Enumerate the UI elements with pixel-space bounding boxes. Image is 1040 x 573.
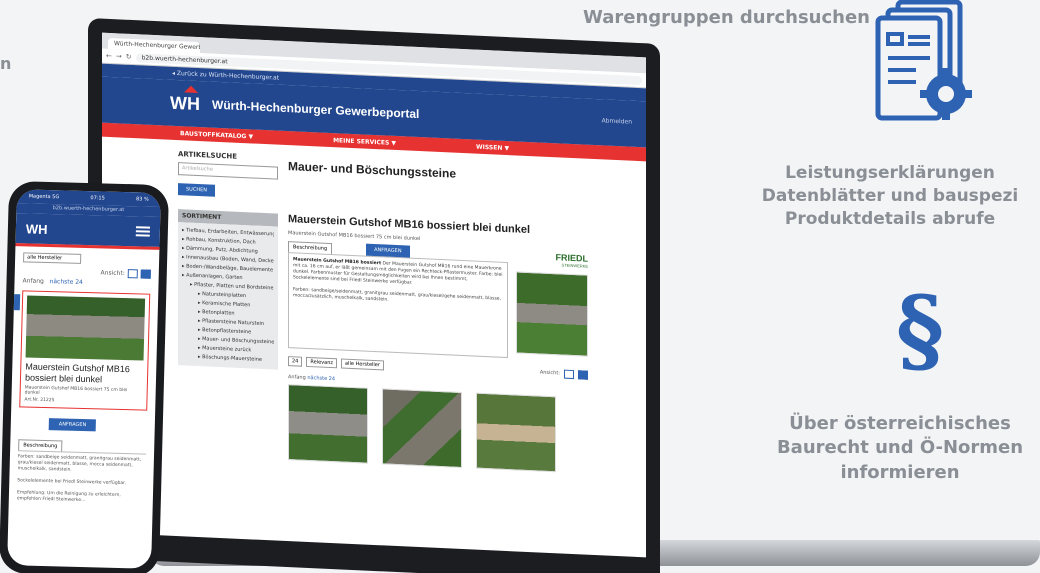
product-grid	[288, 384, 588, 474]
tab-description[interactable]: Beschreibung	[288, 241, 333, 255]
feature-documents-text: Leistungserklärungen Datenblätter und ba…	[720, 162, 1040, 231]
phone-screen: Magenta 5G 07:15 83 % b2b.wuerth-hechenb…	[7, 189, 161, 569]
main-column: Mauer- und Böschungssteine Mauerstein Gu…	[288, 155, 588, 474]
phone-description: Farben: sandbeige seidenmatt, granitgrau…	[16, 450, 147, 506]
forward-icon[interactable]: →	[116, 52, 122, 60]
phone-manufacturer-select[interactable]: alle Hersteller	[23, 252, 82, 264]
phone-desc-3: Empfehlung: Um die Reinigung zu erleicht…	[16, 490, 121, 504]
phone-wh-logo[interactable]: WH	[26, 221, 48, 237]
logo-roof-icon	[184, 84, 198, 93]
feature3-line-2: Baurecht und Ö-Normen	[776, 437, 1024, 459]
feature2-line-1: Leistungserklärungen	[785, 163, 995, 183]
left-text-fragment: n	[0, 54, 12, 73]
sidebar: ARTIKELSUCHE Artikelsuche SUCHEN SORTIME…	[178, 150, 278, 460]
feature2-line-2: Datenblätter und bauspezi	[761, 185, 1019, 206]
phone-mockup: Magenta 5G 07:15 83 % b2b.wuerth-hechenb…	[0, 180, 170, 573]
wh-logo[interactable]: WH	[170, 84, 200, 114]
reload-icon[interactable]: ↻	[126, 53, 132, 61]
sidebar-toggle-chevron-right-icon[interactable]: ›	[7, 293, 21, 311]
view-label: Ansicht:	[539, 369, 560, 377]
per-page-select[interactable]: 24	[288, 356, 303, 367]
feature2-line-3: Produktdetails abrufe	[784, 208, 996, 229]
search-button[interactable]: SUCHEN	[178, 183, 215, 197]
feature3-line-3: informieren	[840, 461, 960, 483]
feature-browse-text: Warengruppen durchsuchen	[583, 7, 870, 28]
battery-label: 83 %	[135, 196, 149, 203]
pager-next-link[interactable]: nächste 24	[307, 375, 335, 382]
grid-product-image-3[interactable]	[476, 392, 556, 473]
grid-view-icon[interactable]	[578, 369, 588, 380]
product-detail-left: Beschreibung ANFRAGEN Mauerstein Gutshof…	[288, 240, 508, 359]
menu-item-catalog[interactable]: BAUSTOFFKATALOG ▼	[180, 130, 253, 140]
clock-label: 07:15	[90, 195, 105, 202]
menu-item-knowledge[interactable]: WISSEN ▼	[476, 143, 509, 152]
marketing-stage: n Würth-Hechenburger Gewerb... ← → ↻ b2b…	[0, 0, 1040, 573]
description-box: Mauerstein Gutshof MB16 bossiert Der Mau…	[288, 252, 508, 359]
brand-logo: FRIEDL STEINWERKE	[555, 252, 589, 269]
page-title: Mauer- und Böschungssteine	[288, 159, 457, 181]
feature3-line-1: Über österreichisches	[789, 413, 1011, 434]
search-label: ARTIKELSUCHE	[178, 150, 238, 161]
list-view-icon[interactable]	[564, 369, 574, 379]
search-input[interactable]: Artikelsuche	[178, 162, 278, 180]
phone-product-code: Art.Nr. 21225	[24, 397, 55, 404]
product-detail-right: FRIEDL STEINWERKE	[516, 250, 588, 361]
product-detail: Beschreibung ANFRAGEN Mauerstein Gutshof…	[288, 240, 588, 362]
pager-prefix: Anfang	[288, 374, 306, 381]
phone-tab-description[interactable]: Beschreibung	[18, 439, 63, 452]
site-title: Würth-Hechenburger Gewerbeportal	[212, 97, 420, 122]
phone-product-title[interactable]: Mauerstein Gutshof MB16 bossiert blei du…	[25, 361, 144, 386]
carrier-label: Magenta 5G	[28, 193, 60, 201]
menu-item-services[interactable]: MEINE SERVICES ▼	[333, 137, 396, 147]
hamburger-menu-icon[interactable]	[135, 226, 151, 237]
phone-body: › alle Hersteller Ansicht: Anfang nächst…	[7, 246, 160, 512]
request-button[interactable]: ANFRAGEN	[366, 243, 410, 258]
manufacturer-select[interactable]: alle Hersteller	[340, 358, 384, 371]
back-icon[interactable]: ←	[106, 52, 112, 60]
laptop-screen: Würth-Hechenburger Gewerb... ← → ↻ b2b.w…	[102, 32, 646, 558]
sort-select[interactable]: Relevanz	[306, 356, 337, 369]
feature-law-text: Über österreichisches Baurecht und Ö-Nor…	[740, 412, 1040, 485]
phone-desc-1: Farben: sandbeige seidenmatt, granitgrau…	[17, 454, 142, 473]
phone-product-image[interactable]	[25, 295, 146, 361]
phone-grid-view-icon[interactable]	[140, 269, 151, 279]
phone-desc-2: Sockelelemente bei Friedl Steinwerke ver…	[17, 478, 127, 487]
description-text: Der Mauerstein Gutshof MB16 rund eine Ma…	[293, 261, 503, 286]
logout-link[interactable]: Abmelden	[602, 117, 632, 125]
product-image[interactable]	[516, 271, 588, 357]
sortiment-list: ▸ Tiefbau, Erdarbeiten, Entwässerung ▸ Ro…	[178, 222, 278, 370]
grid-product-image-1[interactable]	[288, 384, 368, 464]
phone-header: WH	[15, 213, 161, 247]
page-content: ARTIKELSUCHE Artikelsuche SUCHEN SORTIME…	[102, 137, 646, 477]
paragraph-icon: §	[895, 276, 945, 384]
laptop-lid: Würth-Hechenburger Gewerb... ← → ↻ b2b.w…	[88, 18, 660, 573]
phone-pager: Anfang nächste 24	[22, 277, 150, 287]
phone-pager-next[interactable]: nächste 24	[49, 278, 82, 286]
grid-product-image-2[interactable]	[382, 388, 462, 468]
phone-view-label: Ansicht:	[100, 269, 125, 278]
phone-pager-prefix: Anfang	[22, 277, 44, 285]
phone-view-switch: Ansicht:	[23, 266, 151, 279]
document-settings-icon	[875, 0, 972, 121]
description-text-2: Farben: sandbeige/seidenmatt, granitgrau…	[293, 287, 501, 303]
phone-list-view-icon[interactable]	[127, 269, 138, 279]
phone-product-card[interactable]: Mauerstein Gutshof MB16 bossiert blei du…	[19, 290, 151, 411]
phone-product-subtitle: Mauerstein Gutshof MB16 bossiert 75 cm b…	[24, 385, 128, 396]
